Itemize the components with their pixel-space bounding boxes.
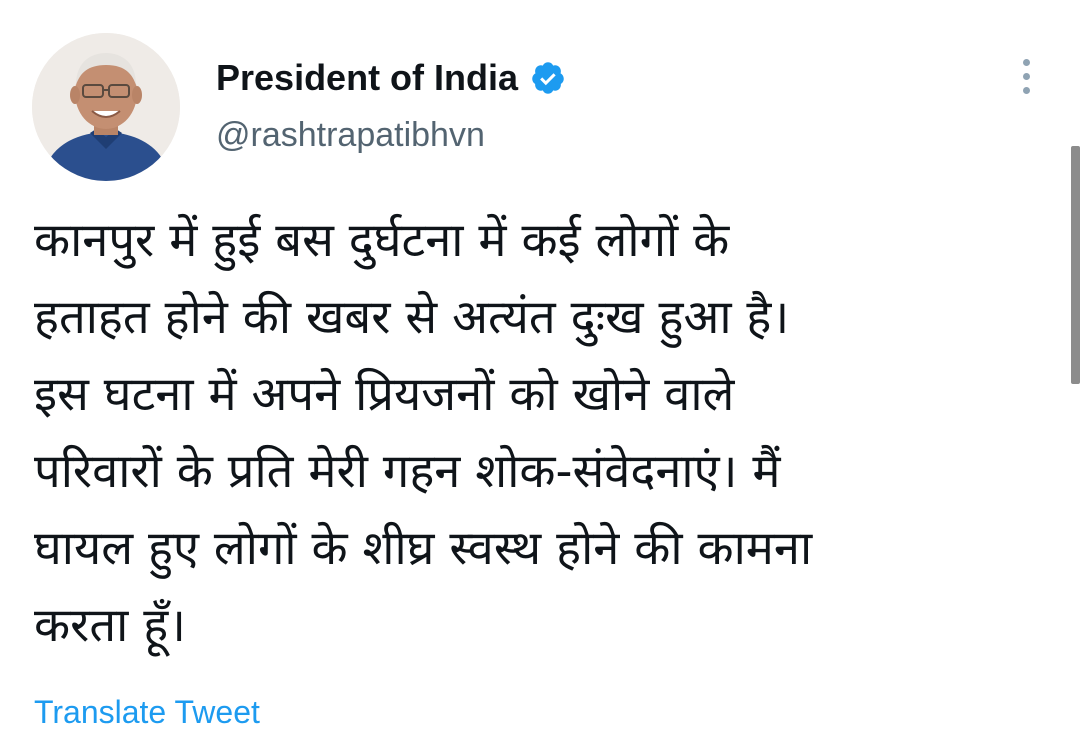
author-name-row: President of India (216, 56, 566, 100)
tweet-text-line: परिवारों के प्रति मेरी गहन शोक-संवेदनाएं… (34, 444, 781, 499)
author-handle[interactable]: @rashtrapatibhvn (216, 116, 485, 155)
tweet-text-line: घायल हुए लोगों के शीघ्र स्वस्थ होने की क… (34, 521, 813, 576)
tweet-card: President of India @rashtrapatibhvn कानप… (0, 0, 1080, 746)
avatar[interactable] (32, 33, 180, 181)
translate-tweet-link[interactable]: Translate Tweet (34, 694, 260, 731)
tweet-text-line: इस घटना में अपने प्रियजनों को खोने वाले (34, 367, 735, 422)
more-vertical-icon[interactable] (1006, 52, 1046, 100)
tweet-text-line: हताहत होने की खबर से अत्यंत दुःख हुआ है। (34, 290, 790, 345)
more-dot (1022, 86, 1030, 94)
verified-badge-icon (530, 60, 566, 96)
display-name[interactable]: President of India (216, 57, 518, 99)
more-dot (1022, 72, 1030, 80)
tweet-text: कानपुर में हुई बस दुर्घटना में कई लोगों … (34, 202, 1044, 664)
avatar-photo (32, 33, 180, 181)
scrollbar[interactable] (1071, 146, 1080, 384)
tweet-text-line: करता हूँ। (34, 598, 186, 653)
more-dot (1022, 58, 1030, 66)
tweet-text-line: कानपुर में हुई बस दुर्घटना में कई लोगों … (34, 213, 730, 268)
